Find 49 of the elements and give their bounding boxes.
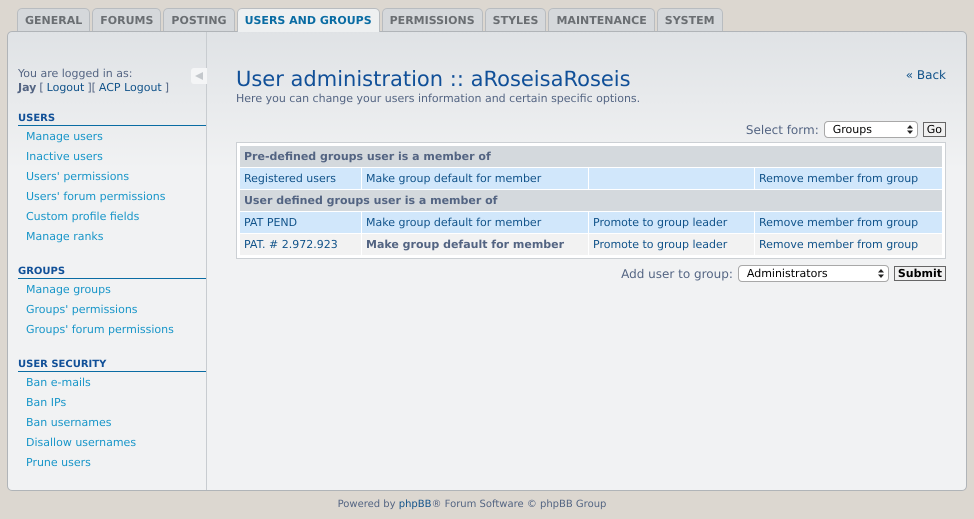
logout-link[interactable]: Logout <box>46 81 84 95</box>
nav-tab[interactable]: STYLES <box>484 8 546 31</box>
bracket: ] <box>164 81 170 95</box>
left-triangle-icon <box>194 71 204 81</box>
menu-link[interactable]: Manage users <box>26 130 103 142</box>
menu-heading: USERS <box>18 107 206 126</box>
username: Jay <box>18 81 36 95</box>
acp-logout-link[interactable]: ACP Logout <box>98 81 162 95</box>
add-group-label: Add user to group: <box>621 266 733 280</box>
go-button[interactable]: Go <box>922 122 946 137</box>
page-description: Here you can change your users information and certain specific options. <box>236 92 640 105</box>
menu-link[interactable]: Ban usernames <box>26 416 112 428</box>
menu-link[interactable]: Manage ranks <box>26 230 104 242</box>
group-dropdown[interactable]: Administrators <box>738 265 889 282</box>
menu-link[interactable]: Users' forum permissions <box>26 190 166 202</box>
menu-link[interactable]: Disallow usernames <box>26 436 136 448</box>
select-form-label: Select form: <box>746 122 819 136</box>
menu-heading: GROUPS <box>18 260 206 279</box>
login-label: You are logged in as: <box>18 67 132 81</box>
collapse-button[interactable] <box>191 68 207 84</box>
form-dropdown[interactable]: Groups <box>824 121 918 138</box>
menu-link[interactable]: Manage groups <box>26 282 111 296</box>
nav-tab[interactable]: GENERAL <box>17 8 90 31</box>
menu-link[interactable]: Ban e-mails <box>26 376 91 388</box>
menu-link[interactable]: Users' permissions <box>26 170 130 182</box>
page-title: User administration :: aRoseisaRoseis <box>236 67 632 91</box>
table-section-heading: Pre-defined groups user is a member of <box>240 146 942 167</box>
nav-tab[interactable]: PERMISSIONS <box>382 8 483 31</box>
menu-heading: USER SECURITY <box>18 353 206 372</box>
bracket: [ <box>39 81 44 95</box>
nav-tab[interactable]: FORUMS <box>92 8 162 31</box>
up-down-arrows-icon <box>906 125 913 134</box>
submit-button[interactable]: Submit <box>894 266 946 281</box>
menu-link[interactable]: Groups' forum permissions <box>26 322 174 336</box>
footer-text: Powered by phpBB® Forum Software © phpBB Group <box>338 499 606 510</box>
back-link[interactable]: « Back <box>906 68 946 82</box>
menu-link[interactable]: Inactive users <box>26 150 103 162</box>
nav-tab[interactable]: MAINTENANCE <box>548 8 655 31</box>
up-down-arrows-icon <box>878 269 884 278</box>
bracket: ][ <box>87 81 96 95</box>
phpbb-link[interactable]: phpBB <box>398 499 432 510</box>
menu-link[interactable]: Custom profile fields <box>26 210 140 222</box>
table-section-heading: User defined groups user is a member of <box>240 190 942 211</box>
nav-tab[interactable]: POSTING <box>163 8 235 31</box>
nav-tab[interactable]: USERS AND GROUPS <box>236 8 380 32</box>
nav-tab[interactable]: SYSTEM <box>656 8 723 31</box>
menu-link[interactable]: Ban IPs <box>26 396 66 408</box>
menu-link[interactable]: Prune users <box>26 456 91 468</box>
menu-link[interactable]: Groups' permissions <box>26 302 138 316</box>
